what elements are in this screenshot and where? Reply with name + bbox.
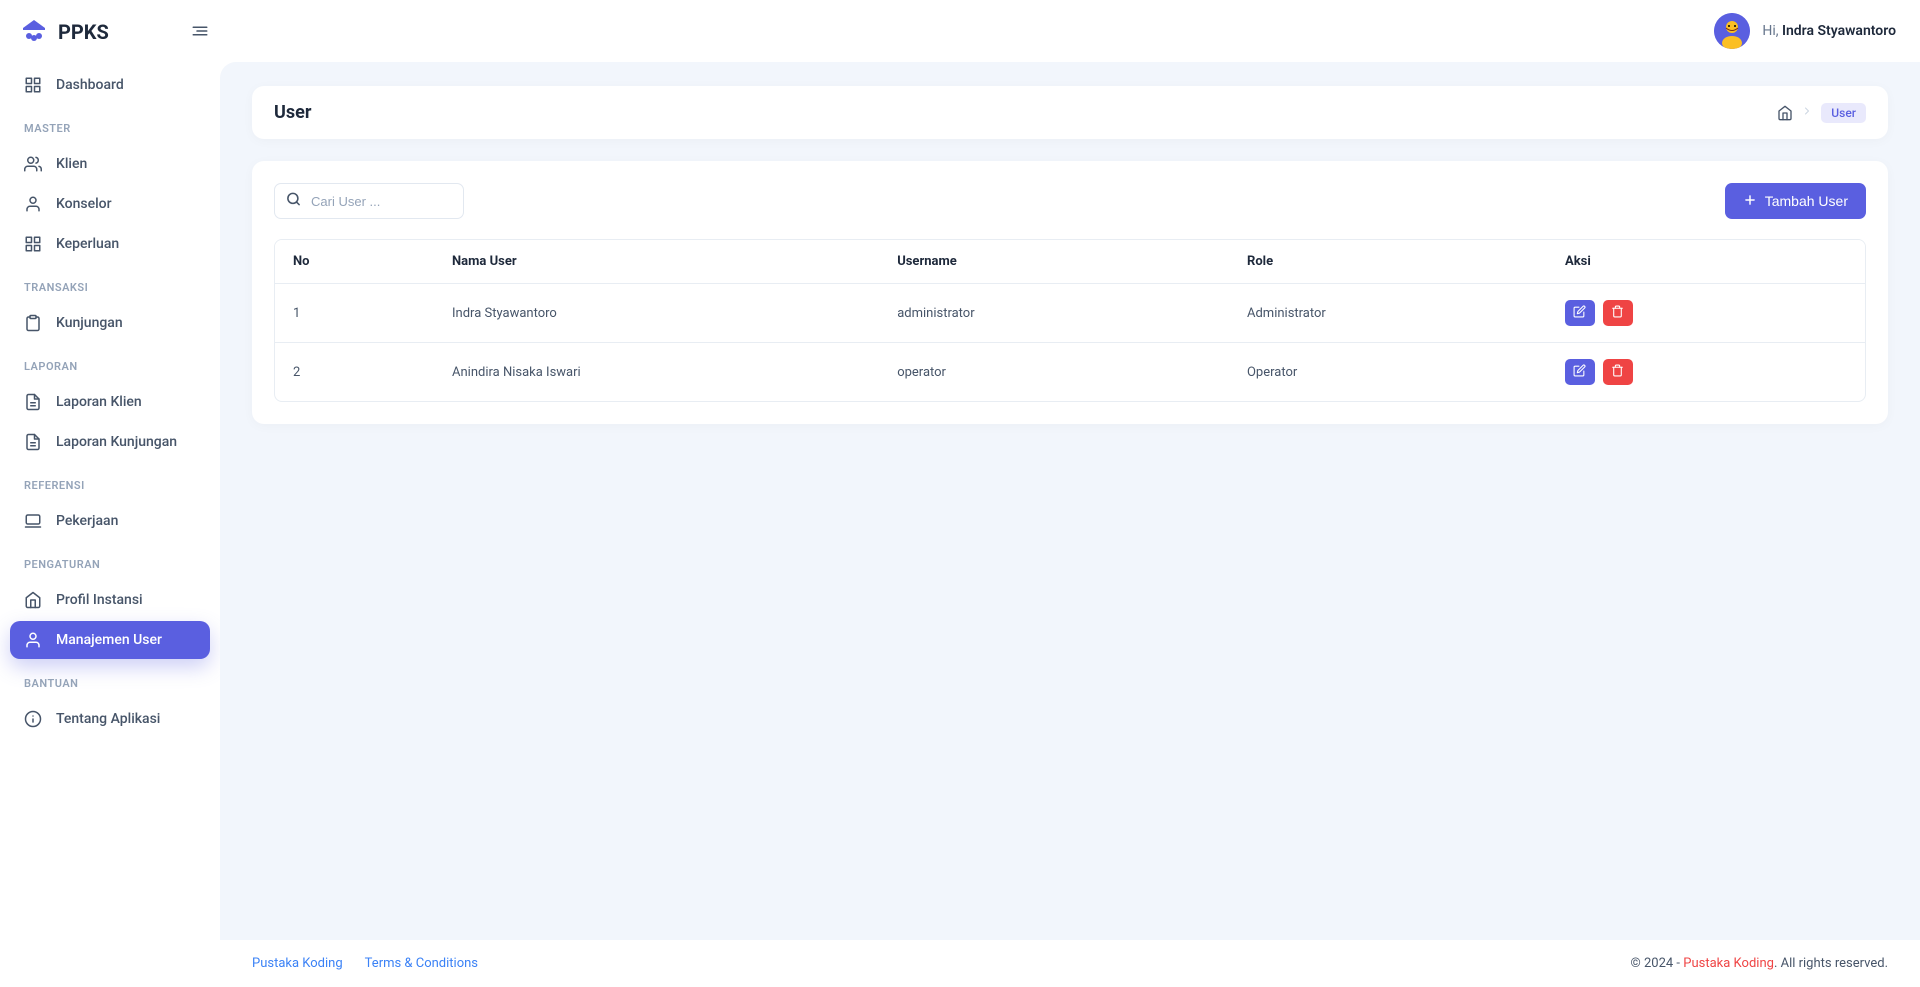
edit-button[interactable] <box>1565 300 1595 326</box>
cell-aksi <box>1547 343 1865 401</box>
search-input[interactable] <box>274 183 464 219</box>
sidebar-item-keperluan[interactable]: Keperluan <box>10 225 210 263</box>
user-icon <box>24 631 42 649</box>
users-icon <box>24 155 42 173</box>
sidebar-item-klien[interactable]: Klien <box>10 145 210 183</box>
sidebar-item-label: Laporan Kunjungan <box>56 434 177 450</box>
trash-icon <box>1611 305 1624 321</box>
nav-section-title: TRANSAKSI <box>10 265 210 302</box>
edit-icon <box>1573 364 1586 380</box>
add-user-button[interactable]: Tambah User <box>1725 183 1866 219</box>
sidebar-item-pekerjaan[interactable]: Pekerjaan <box>10 502 210 540</box>
laptop-icon <box>24 512 42 530</box>
sidebar-toggle[interactable] <box>180 11 220 51</box>
delete-button[interactable] <box>1603 359 1633 385</box>
sidebar-item-label: Profil Instansi <box>56 592 143 608</box>
footer-copyright: © 2024 - Pustaka Koding. All rights rese… <box>1631 956 1888 971</box>
user-greeting: Hi, Indra Styawantoro <box>1762 23 1896 39</box>
sidebar-item-dashboard[interactable]: Dashboard <box>10 66 210 104</box>
file-icon <box>24 393 42 411</box>
table-row: 2Anindira Nisaka IswarioperatorOperator <box>275 343 1865 401</box>
sidebar-item-label: Pekerjaan <box>56 513 118 529</box>
edit-icon <box>1573 305 1586 321</box>
sidebar-item-kunjungan[interactable]: Kunjungan <box>10 304 210 342</box>
page-title: User <box>274 102 311 123</box>
topbar: Hi, Indra Styawantoro <box>220 0 1920 62</box>
sidebar-item-konselor[interactable]: Konselor <box>10 185 210 223</box>
footer-copyright-link[interactable]: Pustaka Koding <box>1683 956 1774 971</box>
grid-icon <box>24 235 42 253</box>
user-icon <box>24 195 42 213</box>
cell-no: 2 <box>275 343 434 401</box>
edit-button[interactable] <box>1565 359 1595 385</box>
breadcrumb-current: User <box>1821 103 1866 123</box>
sidebar-item-manajemen-user[interactable]: Manajemen User <box>10 621 210 659</box>
chevron-right-icon <box>1801 105 1813 121</box>
plus-icon <box>1743 193 1757 210</box>
delete-button[interactable] <box>1603 300 1633 326</box>
sidebar-item-label: Klien <box>56 156 87 172</box>
col-username: Username <box>879 240 1229 284</box>
nav-section-title: REFERENSI <box>10 463 210 500</box>
sidebar-item-profil-instansi[interactable]: Profil Instansi <box>10 581 210 619</box>
cell-username: operator <box>879 343 1229 401</box>
nav-section-title: LAPORAN <box>10 344 210 381</box>
sidebar-item-label: Dashboard <box>56 77 124 93</box>
home-icon <box>24 591 42 609</box>
cell-aksi <box>1547 284 1865 343</box>
nav-section-title: PENGATURAN <box>10 542 210 579</box>
sidebar-item-laporan-klien[interactable]: Laporan Klien <box>10 383 210 421</box>
nav-section-title: BANTUAN <box>10 661 210 698</box>
clipboard-icon <box>24 314 42 332</box>
sidebar-item-laporan-kunjungan[interactable]: Laporan Kunjungan <box>10 423 210 461</box>
sidebar-item-label: Konselor <box>56 196 112 212</box>
user-table: No Nama User Username Role Aksi 1Indra S… <box>274 239 1866 402</box>
sidebar: PPKS Dashboard MASTER Klien Konselor Keperlu… <box>0 0 220 987</box>
dashboard-icon <box>24 76 42 94</box>
footer: Pustaka Koding Terms & Conditions © 2024… <box>220 940 1920 987</box>
cell-nama: Indra Styawantoro <box>434 284 879 343</box>
breadcrumb-home[interactable] <box>1777 105 1793 121</box>
table-row: 1Indra StyawantoroadministratorAdministr… <box>275 284 1865 343</box>
sidebar-item-label: Keperluan <box>56 236 119 252</box>
info-icon <box>24 710 42 728</box>
avatar <box>1714 13 1750 49</box>
file-icon <box>24 433 42 451</box>
cell-username: administrator <box>879 284 1229 343</box>
sidebar-item-label: Manajemen User <box>56 632 162 648</box>
cell-role: Administrator <box>1229 284 1547 343</box>
footer-link-tc[interactable]: Terms & Conditions <box>365 956 478 971</box>
col-nama: Nama User <box>434 240 879 284</box>
sidebar-item-label: Laporan Klien <box>56 394 142 410</box>
sidebar-item-label: Kunjungan <box>56 315 123 331</box>
brand-name: PPKS <box>58 20 109 44</box>
logo-icon <box>20 18 48 46</box>
user-menu[interactable]: Hi, Indra Styawantoro <box>1714 13 1896 49</box>
sidebar-item-label: Tentang Aplikasi <box>56 711 160 727</box>
trash-icon <box>1611 364 1624 380</box>
user-card: Tambah User No Nama User Username Role A… <box>252 161 1888 424</box>
cell-nama: Anindira Nisaka Iswari <box>434 343 879 401</box>
col-aksi: Aksi <box>1547 240 1865 284</box>
breadcrumb: User <box>1777 103 1866 123</box>
page-header: User User <box>252 86 1888 139</box>
col-role: Role <box>1229 240 1547 284</box>
sidebar-item-tentang-aplikasi[interactable]: Tentang Aplikasi <box>10 700 210 738</box>
col-no: No <box>275 240 434 284</box>
cell-role: Operator <box>1229 343 1547 401</box>
search-icon <box>286 192 301 211</box>
cell-no: 1 <box>275 284 434 343</box>
footer-link-pk[interactable]: Pustaka Koding <box>252 956 343 971</box>
nav-section-title: MASTER <box>10 106 210 143</box>
